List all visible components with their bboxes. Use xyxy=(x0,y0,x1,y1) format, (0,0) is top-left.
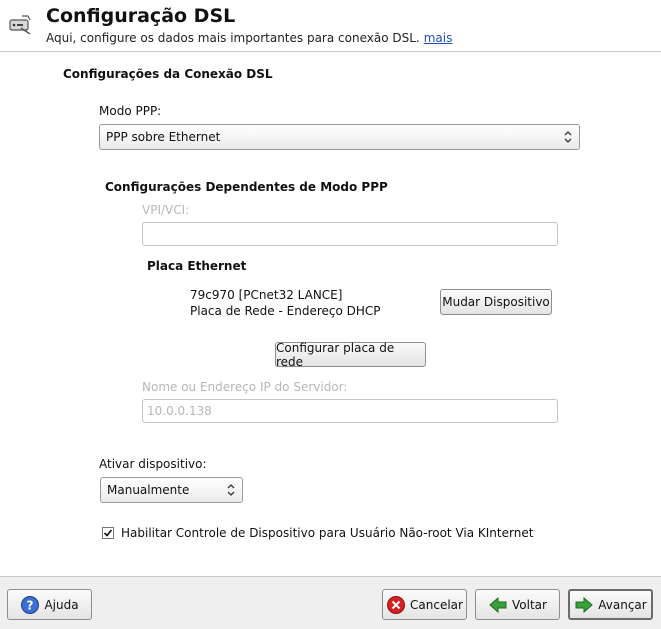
ppp-mode-label: Modo PPP: xyxy=(99,104,162,118)
activate-device-value: Manualmente xyxy=(107,483,190,497)
server-input[interactable]: 10.0.0.138 xyxy=(142,399,558,423)
user-control-label: Habilitar Controle de Dispositivo para U… xyxy=(121,526,534,540)
change-device-button[interactable]: Mudar Dispositivo xyxy=(440,289,552,315)
cancel-button[interactable]: Cancelar xyxy=(382,589,467,620)
dialog-header: Configuração DSL Aqui, configure os dado… xyxy=(0,0,661,52)
device-description: Placa de Rede - Endereço DHCP xyxy=(190,304,381,318)
updown-chevron-icon xyxy=(564,131,572,143)
next-label: Avançar xyxy=(598,597,647,612)
server-label: Nome ou Endereço IP do Servidor: xyxy=(142,380,348,394)
help-icon: ? xyxy=(21,595,40,614)
svg-text:?: ? xyxy=(27,598,34,612)
activate-device-select[interactable]: Manualmente xyxy=(100,477,243,503)
page-title: Configuração DSL xyxy=(46,5,236,27)
vpi-label: VPI/VCI: xyxy=(142,203,190,217)
back-button[interactable]: Voltar xyxy=(475,589,560,620)
arrow-left-icon xyxy=(489,596,507,613)
checkmark-icon xyxy=(103,529,113,537)
updown-chevron-icon xyxy=(227,484,235,496)
cancel-label: Cancelar xyxy=(410,597,463,612)
ppp-dependent-section-title: Configurações Dependentes de Modo PPP xyxy=(105,180,388,194)
vpi-input[interactable] xyxy=(142,222,558,246)
ethernet-card-title: Placa Ethernet xyxy=(147,259,247,273)
arrow-right-icon xyxy=(575,596,594,613)
device-name: 79c970 [PCnet32 LANCE] xyxy=(190,288,343,302)
subtitle-text: Aqui, configure os dados mais importante… xyxy=(46,31,420,45)
connection-section-title: Configurações da Conexão DSL xyxy=(63,67,273,81)
dsl-modem-icon xyxy=(9,15,31,35)
page-subtitle: Aqui, configure os dados mais importante… xyxy=(46,31,452,45)
help-label: Ajuda xyxy=(44,597,79,612)
configure-network-card-button[interactable]: Configurar placa de rede xyxy=(275,341,426,369)
user-control-checkbox[interactable] xyxy=(102,527,114,539)
help-button[interactable]: ? Ajuda xyxy=(7,589,92,620)
activate-device-label: Ativar dispositivo: xyxy=(99,457,207,471)
ppp-mode-value: PPP sobre Ethernet xyxy=(106,130,221,144)
back-label: Voltar xyxy=(512,597,547,612)
cancel-icon xyxy=(387,595,406,614)
ppp-mode-select[interactable]: PPP sobre Ethernet xyxy=(99,124,580,150)
next-button[interactable]: Avançar xyxy=(568,589,653,620)
user-control-option[interactable]: Habilitar Controle de Dispositivo para U… xyxy=(102,526,533,540)
more-link[interactable]: mais xyxy=(424,31,453,45)
